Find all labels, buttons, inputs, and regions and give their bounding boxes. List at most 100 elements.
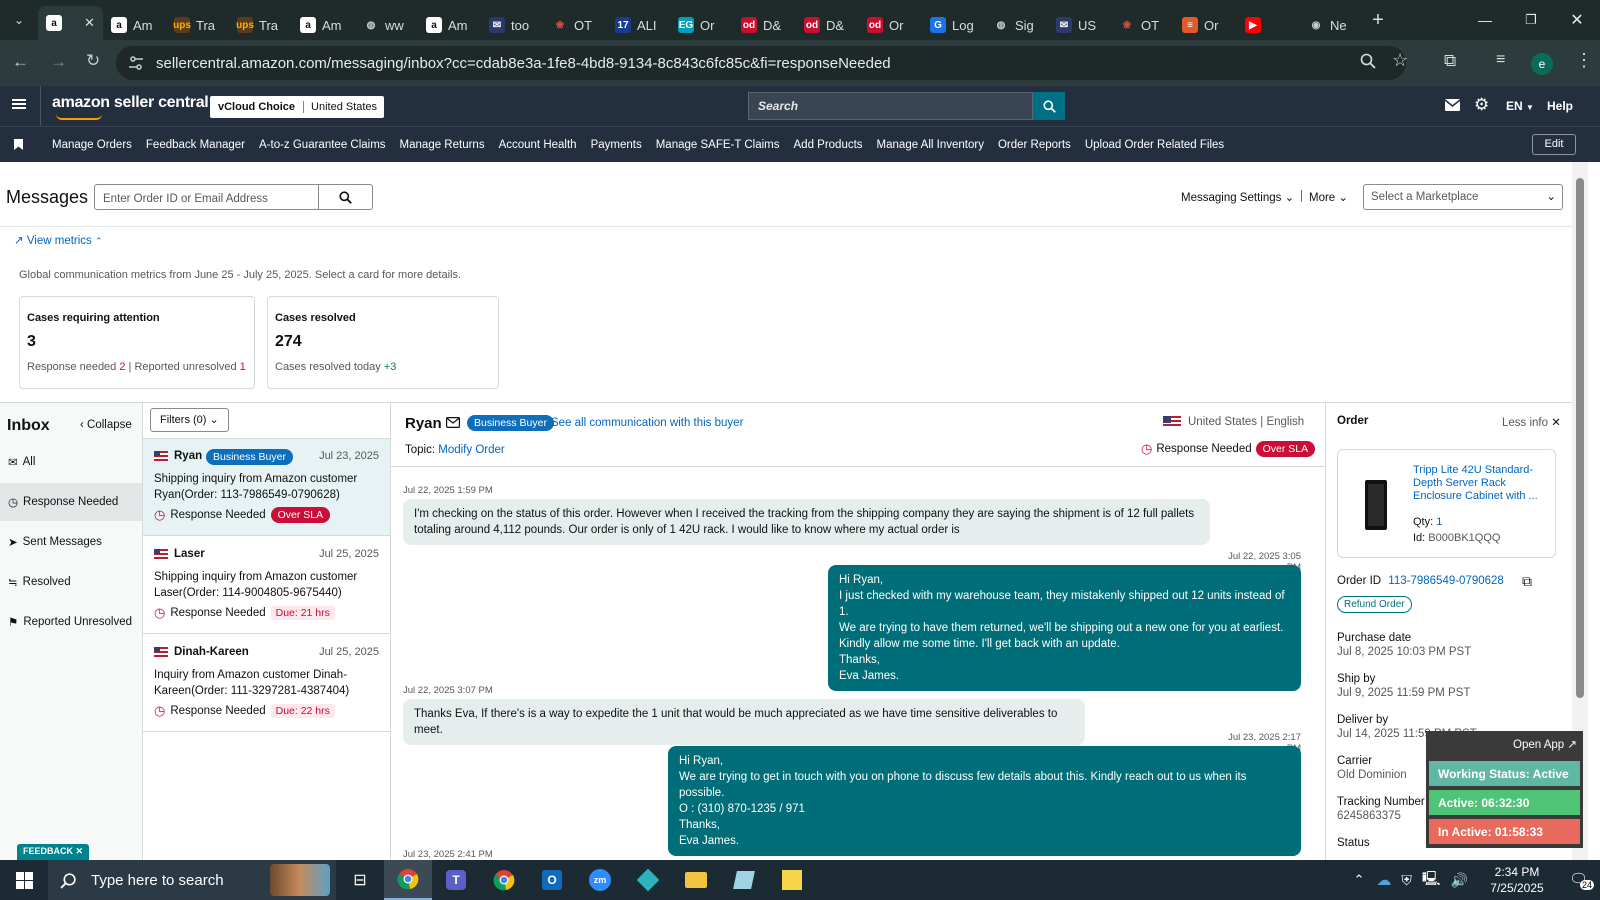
- folder-item[interactable]: ⚑ Reported Unresolved: [0, 603, 142, 641]
- edit-nav-button[interactable]: Edit: [1532, 134, 1576, 155]
- address-bar[interactable]: sellercentral.amazon.com/messaging/inbox…: [116, 46, 1406, 80]
- nav-item[interactable]: Payments: [591, 139, 642, 151]
- file-explorer-icon[interactable]: [672, 860, 720, 900]
- browser-tab[interactable]: a Am: [292, 10, 355, 40]
- security-icon[interactable]: ⛨: [1401, 872, 1412, 889]
- hamburger-menu-icon[interactable]: [12, 97, 26, 111]
- order-search-button[interactable]: [318, 184, 373, 210]
- profile-avatar[interactable]: e: [1531, 53, 1553, 75]
- browser-tab[interactable]: ▶: [1237, 10, 1300, 40]
- case-list-item[interactable]: Dinah-Kareen Jul 25, 2025 Inquiry from Ama…: [143, 635, 390, 732]
- nav-item[interactable]: Manage SAFE-T Claims: [656, 139, 780, 151]
- app-taskbar-icon[interactable]: [624, 860, 672, 900]
- browser-tab[interactable]: ◍ ww: [355, 10, 418, 40]
- language-selector[interactable]: EN ▼: [1506, 99, 1534, 113]
- browser-tab[interactable]: EG Or: [670, 10, 733, 40]
- zoom-taskbar-icon[interactable]: zm: [576, 860, 624, 900]
- teams-taskbar-icon[interactable]: T: [432, 860, 480, 900]
- nav-item[interactable]: Account Health: [499, 139, 577, 151]
- order-id-link[interactable]: 113-7986549-0790628: [1388, 575, 1504, 587]
- see-all-communication-link[interactable]: See all communication with this buyer: [551, 417, 743, 429]
- browser-tab[interactable]: a Am: [418, 10, 481, 40]
- marketplace-select[interactable]: Select a Marketplace ⌄: [1363, 184, 1563, 210]
- more-menu[interactable]: More ⌄: [1309, 190, 1348, 204]
- order-search-input[interactable]: Enter Order ID or Email Address: [94, 184, 319, 210]
- reading-list-icon[interactable]: ≡: [1496, 51, 1505, 69]
- chevron-up-icon[interactable]: ⌃: [1353, 872, 1364, 888]
- chrome-profile-taskbar-icon[interactable]: [480, 860, 528, 900]
- refund-order-button[interactable]: Refund Order: [1337, 596, 1412, 613]
- browser-tab[interactable]: ≡ Or: [1174, 10, 1237, 40]
- less-info-button[interactable]: Less info ✕: [1502, 415, 1561, 429]
- browser-tab[interactable]: ✉ US: [1048, 10, 1111, 40]
- browser-tab[interactable]: ◉ Ne: [1300, 10, 1363, 40]
- cases-attention-card[interactable]: Cases requiring attention 3 Response nee…: [19, 296, 255, 389]
- browser-tab[interactable]: ◍ Sig: [985, 10, 1048, 40]
- notepad-taskbar-icon[interactable]: [720, 860, 768, 900]
- nav-item[interactable]: Manage Orders: [52, 139, 132, 151]
- zoom-icon[interactable]: [1360, 53, 1376, 69]
- scrollbar-thumb[interactable]: [1576, 178, 1584, 698]
- network-icon[interactable]: 🖳: [1422, 868, 1441, 892]
- product-title-link[interactable]: Tripp Lite 42U Standard-Depth Server Rac…: [1413, 464, 1549, 503]
- start-button[interactable]: [0, 860, 48, 900]
- folder-item[interactable]: ➤ Sent Messages: [0, 523, 142, 561]
- view-metrics-toggle[interactable]: ↗ View metrics ⌃: [14, 233, 103, 247]
- help-link[interactable]: Help: [1547, 99, 1573, 113]
- nav-item[interactable]: Manage All Inventory: [877, 139, 984, 151]
- browser-tab[interactable]: 17 ALI: [607, 10, 670, 40]
- browser-tab[interactable]: od D&: [733, 10, 796, 40]
- close-icon[interactable]: ✕: [76, 846, 84, 856]
- collapse-button[interactable]: ‹ Collapse: [80, 419, 132, 431]
- global-search-button[interactable]: [1033, 92, 1065, 120]
- filters-button[interactable]: Filters (0) ⌄: [150, 408, 229, 432]
- outlook-taskbar-icon[interactable]: O: [528, 860, 576, 900]
- site-info-icon[interactable]: [128, 55, 144, 71]
- open-app-button[interactable]: Open App ↗: [1513, 737, 1577, 751]
- restore-button[interactable]: ❐: [1508, 12, 1554, 28]
- folder-item[interactable]: ≒ Resolved: [0, 563, 142, 601]
- messaging-settings-menu[interactable]: Messaging Settings ⌄: [1181, 190, 1294, 204]
- settings-gear-icon[interactable]: ⚙: [1474, 95, 1489, 115]
- browser-tab[interactable]: ups Tra: [229, 10, 292, 40]
- task-view-icon[interactable]: ⊟: [336, 860, 384, 900]
- tab-search-button[interactable]: ⌄: [0, 0, 38, 40]
- browser-tab[interactable]: ❀ OT: [544, 10, 607, 40]
- onedrive-icon[interactable]: ☁: [1376, 871, 1391, 889]
- browser-tab[interactable]: G Log: [922, 10, 985, 40]
- folder-item[interactable]: ✉ All: [0, 443, 142, 481]
- new-tab-button[interactable]: +: [1363, 9, 1393, 32]
- nav-item[interactable]: Add Products: [794, 139, 863, 151]
- nav-item[interactable]: Manage Returns: [400, 139, 485, 151]
- close-window-button[interactable]: ✕: [1554, 10, 1600, 30]
- bookmark-icon[interactable]: [0, 139, 52, 150]
- nav-item[interactable]: Upload Order Related Files: [1085, 139, 1224, 151]
- store-switcher[interactable]: vCloud Choice United States: [210, 96, 385, 118]
- case-list-item[interactable]: Ryan Business Buyer Jul 23, 2025 Shipping i…: [143, 439, 390, 536]
- browser-tab[interactable]: od D&: [796, 10, 859, 40]
- browser-tab[interactable]: od Or: [859, 10, 922, 40]
- nav-item[interactable]: A-to-z Guarantee Claims: [259, 139, 386, 151]
- copy-icon[interactable]: ⧉: [1522, 573, 1532, 590]
- notifications-button[interactable]: 🗨 24: [1556, 860, 1600, 900]
- nav-item[interactable]: Feedback Manager: [146, 139, 245, 151]
- reload-button[interactable]: ↻: [86, 51, 100, 71]
- browser-tab[interactable]: ❀ OT: [1111, 10, 1174, 40]
- browser-tab[interactable]: a Am: [103, 10, 166, 40]
- sticky-notes-icon[interactable]: [768, 860, 816, 900]
- close-tab-icon[interactable]: ✕: [84, 15, 95, 31]
- bookmark-star-icon[interactable]: ☆: [1392, 50, 1408, 71]
- mail-icon[interactable]: [1445, 99, 1460, 111]
- feedback-tab[interactable]: FEEDBACK ✕: [17, 844, 90, 860]
- volume-icon[interactable]: 🔊: [1451, 872, 1468, 889]
- cases-resolved-card[interactable]: Cases resolved 274 Cases resolved today …: [267, 296, 499, 389]
- folder-item[interactable]: ◷ Response Needed: [0, 483, 142, 521]
- email-buyer-icon[interactable]: [446, 417, 460, 428]
- taskbar-clock[interactable]: 2:34 PM 7/25/2025: [1478, 864, 1556, 896]
- extensions-icon[interactable]: ⧉: [1444, 51, 1456, 71]
- nav-item[interactable]: Order Reports: [998, 139, 1071, 151]
- browser-tab[interactable]: ✉ too: [481, 10, 544, 40]
- case-list-item[interactable]: Laser Jul 25, 2025 Shipping inquiry from A…: [143, 537, 390, 634]
- minimize-button[interactable]: —: [1462, 12, 1508, 28]
- browser-tab[interactable]: ups Tra: [166, 10, 229, 40]
